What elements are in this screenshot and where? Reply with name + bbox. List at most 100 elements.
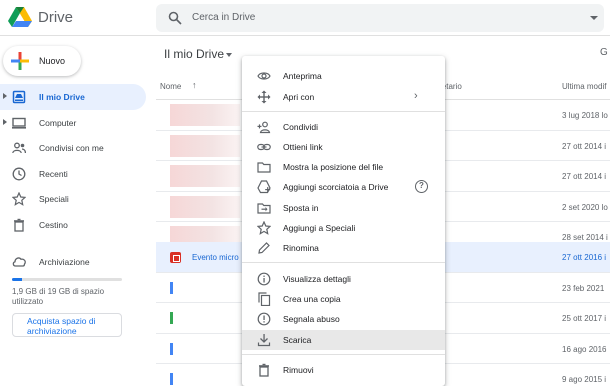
menu-item-label: Anteprima	[283, 71, 322, 81]
chevron-right-icon: ›	[414, 90, 418, 102]
help-icon[interactable]: ?	[415, 180, 428, 193]
new-button[interactable]: Nuovo	[3, 46, 81, 76]
slides-file-icon	[170, 252, 181, 263]
modified-date: 2 set 2020 lo	[562, 202, 608, 212]
menu-item-details[interactable]: Visualizza dettagli	[242, 269, 445, 289]
modified-date: 9 ago 2015 i	[562, 375, 607, 384]
menu-item-add-starred[interactable]: Aggiungi a Speciali	[242, 218, 445, 238]
sort-arrow-icon[interactable]: ↑	[192, 80, 197, 90]
thumbnail	[170, 165, 240, 187]
top-bar: Drive Cerca in Drive	[0, 0, 610, 36]
menu-item-label: Apri con	[283, 92, 315, 102]
menu-item-move[interactable]: Sposta in	[242, 198, 445, 218]
menu-item-get-link[interactable]: Ottieni link	[242, 137, 445, 157]
menu-item-report-abuse[interactable]: Segnala abuso	[242, 309, 445, 329]
sidebar-item-label: Condivisi con me	[39, 143, 104, 153]
menu-divider	[242, 262, 445, 263]
info-icon	[257, 272, 271, 286]
thumbnail	[170, 134, 240, 157]
buy-storage-button[interactable]: Acquista spazio di archiviazione	[12, 313, 122, 337]
breadcrumb[interactable]: Il mio Drive	[164, 47, 224, 61]
sidebar-item-label: Speciali	[39, 194, 69, 204]
new-button-label: Nuovo	[39, 56, 66, 66]
top-right-glyph[interactable]: G	[600, 47, 608, 58]
column-modified[interactable]: Ultima modif	[562, 82, 606, 91]
storage-usage-bar	[12, 278, 122, 281]
menu-item-label: Mostra la posizione del file	[283, 162, 384, 172]
cloud-icon	[12, 255, 27, 267]
menu-item-make-copy[interactable]: Crea una copia	[242, 289, 445, 309]
menu-item-open-with[interactable]: Apri con ›	[242, 87, 445, 107]
sidebar-item-label: Recenti	[39, 168, 68, 179]
copy-icon	[257, 292, 271, 306]
drive-app: Drive Cerca in Drive Nuovo Il mio Drive …	[0, 0, 610, 386]
sidebar-nav: Il mio Drive Computer Condivisi con me R…	[0, 84, 150, 237]
app-name[interactable]: Drive	[38, 9, 73, 26]
buy-storage-label: Acquista spazio di archiviazione	[27, 316, 96, 336]
search-input[interactable]: Cerca in Drive	[192, 12, 255, 23]
menu-item-label: Visualizza dettagli	[283, 274, 351, 284]
open-with-icon	[257, 90, 271, 104]
expand-arrow-icon[interactable]	[3, 93, 7, 99]
sidebar-item-label: Il mio Drive	[39, 92, 85, 102]
star-icon	[257, 221, 271, 235]
pencil-icon	[257, 241, 271, 255]
menu-item-rename[interactable]: Rinomina	[242, 238, 445, 258]
menu-divider	[242, 354, 445, 355]
link-icon	[257, 140, 271, 154]
storage-usage-fill	[12, 278, 22, 281]
file-type-icon	[170, 312, 173, 324]
add-shortcut-icon	[257, 180, 271, 194]
sidebar-item-shared[interactable]: Condivisi con me	[0, 135, 150, 161]
menu-item-label: Rinomina	[283, 243, 319, 253]
search-options-icon[interactable]	[590, 16, 598, 20]
folder-icon	[257, 160, 271, 174]
sidebar-item-recent[interactable]: Recenti	[0, 161, 150, 187]
menu-item-show-location[interactable]: Mostra la posizione del file	[242, 157, 445, 177]
modified-date: 23 feb 2021	[562, 283, 605, 293]
file-type-icon	[170, 342, 173, 355]
my-drive-icon	[12, 90, 26, 104]
clock-icon	[12, 167, 26, 181]
sidebar-item-trash[interactable]: Cestino	[0, 212, 150, 238]
computer-icon	[12, 116, 26, 130]
modified-date: 3 lug 2018 lo	[562, 111, 608, 120]
sidebar-item-label: Cestino	[39, 219, 68, 230]
menu-item-label: Crea una copia	[283, 294, 341, 304]
chevron-down-icon[interactable]	[226, 53, 232, 57]
thumbnail	[170, 195, 240, 218]
drive-logo-icon[interactable]	[8, 6, 32, 28]
search-box[interactable]: Cerca in Drive	[156, 4, 604, 32]
report-icon	[257, 312, 271, 326]
modified-date: 28 set 2014 i	[562, 233, 608, 242]
plus-icon	[11, 52, 29, 70]
expand-arrow-icon[interactable]	[3, 118, 7, 125]
thumbnail	[170, 104, 240, 126]
star-icon	[12, 192, 26, 206]
menu-item-label: Sposta in	[283, 203, 319, 213]
file-type-icon	[170, 373, 173, 385]
menu-item-share[interactable]: Condividi	[242, 117, 445, 137]
menu-item-preview[interactable]: Anteprima	[242, 66, 445, 86]
modified-date: 27 ott 2014 i	[562, 141, 607, 151]
sidebar-item-my-drive[interactable]: Il mio Drive	[0, 84, 146, 110]
sidebar-item-storage[interactable]: Archiviazione	[0, 252, 150, 272]
menu-item-download[interactable]: Scarica	[242, 330, 445, 350]
search-icon[interactable]	[168, 11, 182, 25]
modified-date: 16 ago 2016	[562, 344, 607, 354]
menu-item-remove[interactable]: Rimuovi	[242, 360, 445, 380]
column-name[interactable]: Nome	[160, 82, 181, 91]
sidebar-item-computer[interactable]: Computer	[0, 110, 150, 136]
menu-item-label: Aggiungi a Speciali	[283, 223, 356, 233]
menu-item-label: Rimuovi	[283, 365, 314, 375]
modified-date: 27 ott 2016 i	[562, 253, 607, 262]
download-icon	[257, 333, 271, 347]
sidebar-item-starred[interactable]: Speciali	[0, 186, 150, 212]
modified-date: 27 ott 2014 i	[562, 172, 607, 181]
move-folder-icon	[257, 201, 271, 215]
file-type-icon	[170, 281, 173, 294]
menu-item-add-shortcut[interactable]: Aggiungi scorciatoia a Drive ?	[242, 177, 445, 197]
sidebar-item-label: Computer	[39, 117, 77, 128]
storage-usage-text: 1,9 GB di 19 GB di spazio utilizzato	[12, 287, 105, 306]
menu-item-label: Segnala abuso	[283, 314, 340, 324]
